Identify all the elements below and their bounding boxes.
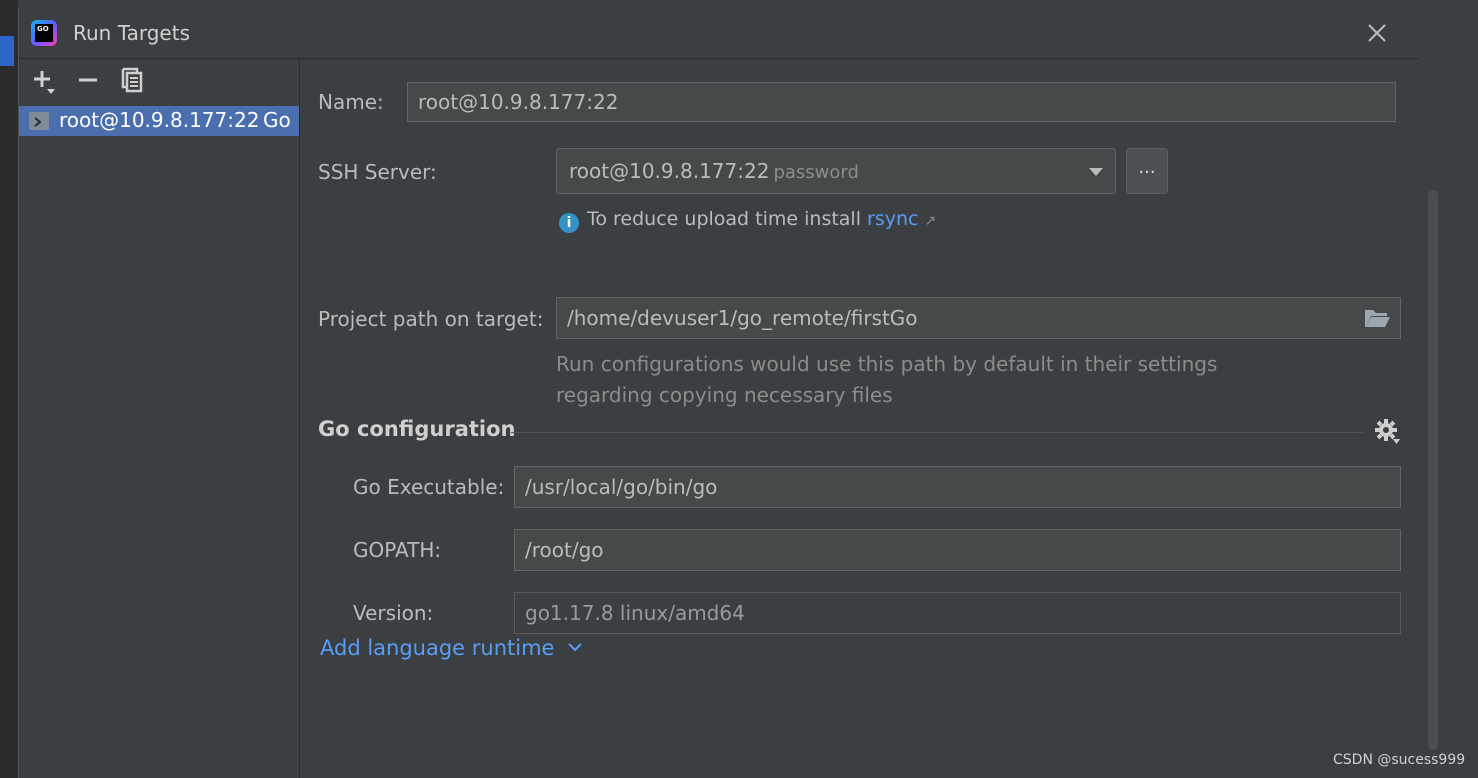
target-name: root@10.9.8.177:22 bbox=[59, 108, 260, 132]
project-path-hint-line1: Run configurations would use this path b… bbox=[556, 352, 1218, 376]
gear-icon[interactable] bbox=[1375, 419, 1401, 445]
info-icon: i bbox=[559, 213, 579, 233]
add-runtime-label: Add language runtime bbox=[320, 636, 555, 660]
ssh-auth-hint: password bbox=[773, 162, 859, 183]
ssh-server-dropdown[interactable]: root@10.9.8.177:22 password bbox=[556, 148, 1116, 194]
remove-target-icon[interactable] bbox=[75, 65, 103, 95]
dialog-titlebar: GO Run Targets bbox=[19, 8, 1419, 59]
dialog-title: Run Targets bbox=[73, 21, 191, 45]
project-path-field[interactable]: /home/devuser1/go_remote/firstGo bbox=[556, 297, 1401, 339]
version-field: go1.17.8 linux/amd64 bbox=[514, 592, 1401, 634]
ssh-config-button[interactable]: ... bbox=[1126, 148, 1168, 194]
chevron-down-icon bbox=[568, 643, 582, 652]
name-label: Name: bbox=[318, 90, 384, 114]
terminal-icon bbox=[29, 112, 49, 130]
add-target-icon[interactable] bbox=[31, 65, 59, 95]
ide-background-top bbox=[0, 0, 1478, 8]
name-field[interactable]: root@10.9.8.177:22 bbox=[407, 82, 1396, 122]
copy-target-icon[interactable] bbox=[119, 65, 147, 95]
close-icon[interactable] bbox=[1365, 21, 1389, 45]
target-type: Go bbox=[263, 108, 291, 132]
rsync-info-text: To reduce upload time install bbox=[587, 208, 861, 230]
go-executable-label: Go Executable: bbox=[353, 475, 505, 499]
ide-background-left bbox=[0, 0, 18, 778]
add-language-runtime-link[interactable]: Add language runtime bbox=[320, 636, 583, 660]
watermark: CSDN @sucess999 bbox=[1333, 752, 1466, 768]
chevron-down-icon bbox=[1089, 168, 1103, 176]
ssh-server-label: SSH Server: bbox=[318, 160, 437, 184]
go-executable-field[interactable]: /usr/local/go/bin/go bbox=[514, 466, 1401, 508]
run-targets-dialog: GO Run Targets root@10.9.8.177:22 Go Nam… bbox=[18, 8, 1419, 778]
version-label: Version: bbox=[353, 601, 434, 625]
scrollbar[interactable] bbox=[1428, 190, 1438, 750]
rsync-link[interactable]: rsync bbox=[867, 208, 918, 230]
folder-open-icon[interactable] bbox=[1363, 307, 1391, 329]
gopath-label: GOPATH: bbox=[353, 538, 442, 562]
ssh-server-value: root@10.9.8.177:22 bbox=[569, 159, 770, 183]
external-link-icon: ↗ bbox=[924, 213, 937, 229]
goland-logo-icon: GO bbox=[31, 20, 57, 46]
project-path-hint-line2: regarding copying necessary files bbox=[556, 383, 893, 407]
go-config-section-title: Go configuration bbox=[318, 417, 516, 441]
ide-background-right bbox=[1418, 0, 1478, 778]
gopath-field[interactable]: /root/go bbox=[514, 529, 1401, 571]
section-divider bbox=[511, 432, 1363, 433]
rsync-info: i To reduce upload time install rsync ↗ bbox=[559, 208, 936, 233]
project-path-label: Project path on target: bbox=[318, 307, 544, 331]
targets-list-panel: root@10.9.8.177:22 Go bbox=[19, 59, 300, 778]
target-list-item[interactable]: root@10.9.8.177:22 Go bbox=[19, 106, 299, 136]
ide-background-accent bbox=[0, 36, 14, 66]
